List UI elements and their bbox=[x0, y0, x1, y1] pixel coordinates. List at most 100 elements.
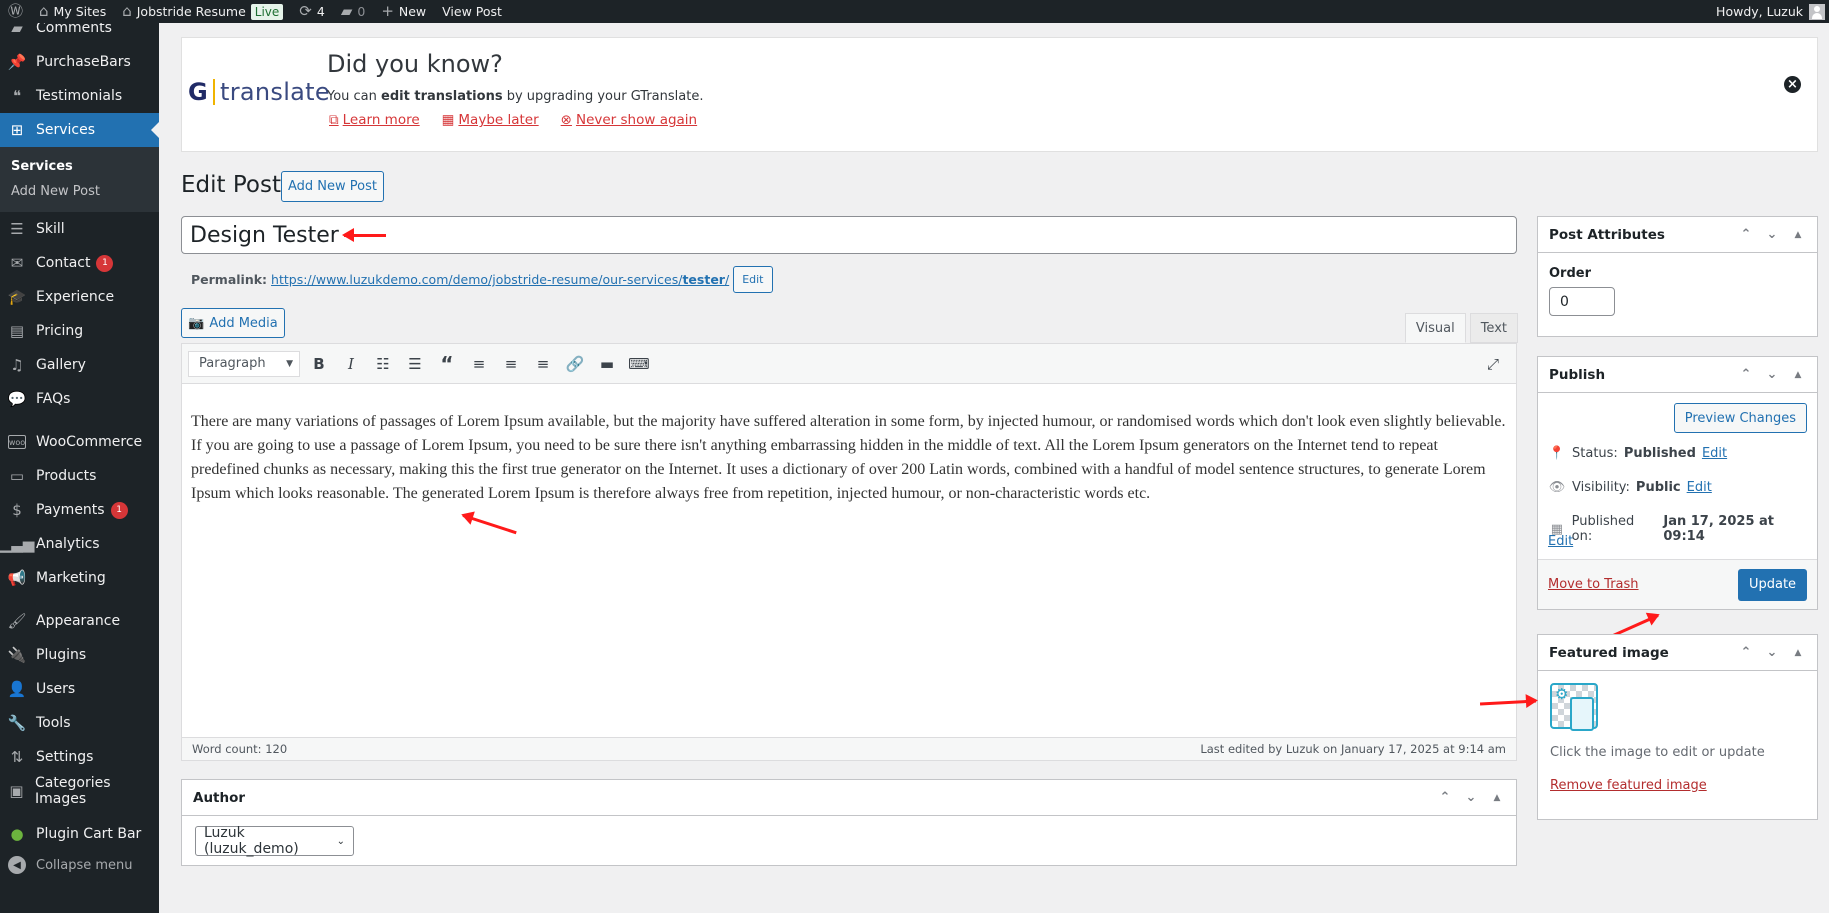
sidebar-item-testimonials[interactable]: ❝ Testimonials bbox=[0, 79, 159, 113]
updates-link[interactable]: ⟳ 4 bbox=[291, 0, 333, 23]
learn-more-link[interactable]: ⧉ Learn more bbox=[329, 112, 420, 128]
comments-link[interactable]: ▰ 0 bbox=[333, 0, 374, 23]
order-input[interactable]: 0 bbox=[1549, 287, 1615, 316]
move-up-icon[interactable]: ⌃ bbox=[1437, 790, 1453, 805]
sidebar-item-plugins[interactable]: 🔌 Plugins bbox=[0, 638, 159, 672]
never-show-again-link[interactable]: ⊗ Never show again bbox=[561, 112, 697, 128]
bullet-list-icon[interactable]: ☷ bbox=[370, 351, 396, 377]
sidebar-item-woocommerce[interactable]: woo WooCommerce bbox=[0, 425, 159, 459]
sidebar-item-products[interactable]: ▭ Products bbox=[0, 459, 159, 493]
howdy-user[interactable]: Howdy, Luzuk bbox=[1716, 4, 1803, 19]
status-edit-link[interactable]: Edit bbox=[1702, 446, 1727, 461]
move-up-icon[interactable]: ⌃ bbox=[1738, 367, 1754, 382]
link-icon[interactable]: 🔗 bbox=[562, 351, 588, 377]
submenu-item-add-new-post[interactable]: Add New Post bbox=[0, 179, 159, 204]
image-icon: ▣ bbox=[9, 782, 24, 800]
sidebar-item-purchasebars[interactable]: 📌 PurchaseBars bbox=[0, 45, 159, 79]
megaphone-icon: 📢 bbox=[7, 569, 27, 587]
toggle-panel-icon[interactable]: ▲ bbox=[1790, 230, 1806, 240]
editor-content[interactable]: There are many variations of passages of… bbox=[182, 384, 1516, 532]
visibility-edit-link[interactable]: Edit bbox=[1687, 480, 1712, 495]
align-left-icon[interactable]: ≡ bbox=[466, 351, 492, 377]
sidebar-item-settings[interactable]: ⇅ Settings bbox=[0, 740, 159, 774]
align-center-icon[interactable]: ≡ bbox=[498, 351, 524, 377]
sidebar-item-pricing[interactable]: ▤ Pricing bbox=[0, 314, 159, 348]
chevron-down-icon: ⌄ bbox=[336, 835, 345, 847]
mail-icon: ✉ bbox=[10, 254, 24, 272]
sidebar-item-experience[interactable]: 🎓 Experience bbox=[0, 280, 159, 314]
sidebar-item-label: Analytics bbox=[36, 536, 100, 552]
tab-visual[interactable]: Visual bbox=[1404, 313, 1466, 343]
sidebar-item-categories-images[interactable]: ▣ Categories Images bbox=[0, 774, 159, 808]
sidebar-item-marketing[interactable]: 📢 Marketing bbox=[0, 561, 159, 595]
sidebar-item-comments[interactable]: ▰ Comments bbox=[0, 23, 159, 45]
annotation-arrow bbox=[342, 228, 386, 242]
align-right-icon[interactable]: ≡ bbox=[530, 351, 556, 377]
featured-image-box: Featured image ⌃ ⌄ ▲ Click the image to ed… bbox=[1537, 634, 1818, 820]
new-content-link[interactable]: + New bbox=[373, 0, 434, 23]
calendar-icon: ▦ bbox=[441, 112, 455, 128]
move-down-icon[interactable]: ⌄ bbox=[1764, 227, 1780, 242]
toggle-panel-icon[interactable]: ▲ bbox=[1790, 648, 1806, 658]
toggle-panel-icon[interactable]: ▲ bbox=[1489, 793, 1505, 803]
submenu-item-services[interactable]: Services bbox=[0, 154, 159, 179]
services-submenu: Services Add New Post bbox=[0, 147, 159, 212]
sidebar-item-tools[interactable]: 🔧 Tools bbox=[0, 706, 159, 740]
move-to-trash-link[interactable]: Move to Trash bbox=[1548, 577, 1639, 592]
blockquote-icon[interactable]: “ bbox=[434, 351, 460, 377]
author-select[interactable]: Luzuk (luzuk_demo) ⌄ bbox=[195, 825, 354, 857]
format-select[interactable]: Paragraph ▼ bbox=[188, 350, 300, 377]
preview-changes-button[interactable]: Preview Changes bbox=[1673, 403, 1807, 433]
sidebar-item-faqs[interactable]: 💬 FAQs bbox=[0, 382, 159, 416]
comments-count: 0 bbox=[357, 4, 366, 19]
sidebar-item-services[interactable]: ⊞ Services bbox=[0, 113, 159, 147]
permalink-base: https://www.luzukdemo.com/demo/jobstride… bbox=[271, 272, 683, 287]
published-edit-link[interactable]: Edit bbox=[1548, 534, 1573, 549]
sidebar-item-gallery[interactable]: ♫ Gallery bbox=[0, 348, 159, 382]
wordpress-logo-button[interactable]: Ⓦ bbox=[0, 0, 31, 23]
logo-g: G bbox=[188, 78, 208, 106]
move-down-icon[interactable]: ⌄ bbox=[1764, 367, 1780, 382]
add-new-post-button[interactable]: Add New Post bbox=[281, 171, 384, 202]
read-more-icon[interactable]: ▬ bbox=[594, 351, 620, 377]
add-media-button[interactable]: 📷 Add Media bbox=[181, 308, 285, 338]
editor-status-bar: Word count: 120 Last edited by Luzuk on … bbox=[182, 737, 1516, 760]
close-icon[interactable]: × bbox=[1784, 76, 1801, 93]
sidebar-item-label: Users bbox=[36, 681, 76, 697]
avatar[interactable] bbox=[1809, 3, 1825, 20]
sidebar-item-plugin-cart-bar[interactable]: ● Plugin Cart Bar bbox=[0, 817, 159, 851]
move-down-icon[interactable]: ⌄ bbox=[1463, 790, 1479, 805]
toolbar-toggle-icon[interactable]: ⌨ bbox=[626, 351, 652, 377]
sidebar-item-users[interactable]: 👤 Users bbox=[0, 672, 159, 706]
remove-featured-image-link[interactable]: Remove featured image bbox=[1550, 778, 1707, 793]
move-up-icon[interactable]: ⌃ bbox=[1738, 227, 1754, 242]
fullscreen-icon[interactable]: ⤢ bbox=[1480, 351, 1506, 377]
site-name-link[interactable]: ⌂ Jobstride Resume Live bbox=[114, 0, 291, 23]
permalink-link[interactable]: https://www.luzukdemo.com/demo/jobstride… bbox=[271, 272, 729, 287]
my-sites-link[interactable]: ⌂ My Sites bbox=[31, 0, 114, 23]
settings-icon: ⇅ bbox=[10, 748, 24, 766]
sidebar-item-appearance[interactable]: 🖌 Appearance bbox=[0, 604, 159, 638]
move-down-icon[interactable]: ⌄ bbox=[1764, 645, 1780, 660]
sidebar-item-skill[interactable]: ☰ Skill bbox=[0, 212, 159, 246]
sidebar-item-payments[interactable]: $ Payments 1 bbox=[0, 493, 159, 527]
status-label: Status: bbox=[1572, 446, 1618, 461]
permalink-slug: tester bbox=[682, 272, 725, 287]
update-button[interactable]: Update bbox=[1738, 568, 1807, 601]
sidebar-item-label: Products bbox=[36, 468, 97, 484]
payments-count-badge: 1 bbox=[110, 501, 128, 519]
italic-icon[interactable]: I bbox=[338, 351, 364, 377]
sidebar-item-contact[interactable]: ✉ Contact 1 bbox=[0, 246, 159, 280]
move-up-icon[interactable]: ⌃ bbox=[1738, 645, 1754, 660]
visibility-value: Public bbox=[1635, 480, 1681, 495]
sidebar-item-analytics[interactable]: ▁▃▅ Analytics bbox=[0, 527, 159, 561]
permalink-edit-button[interactable]: Edit bbox=[733, 266, 773, 293]
bold-icon[interactable]: B bbox=[306, 351, 332, 377]
tab-text[interactable]: Text bbox=[1469, 313, 1518, 343]
maybe-later-link[interactable]: ▦ Maybe later bbox=[442, 112, 539, 128]
numbered-list-icon[interactable]: ☰ bbox=[402, 351, 428, 377]
featured-image-thumbnail[interactable] bbox=[1550, 683, 1598, 731]
collapse-menu-button[interactable]: ◀ Collapse menu bbox=[0, 851, 159, 879]
view-post-link[interactable]: View Post bbox=[434, 0, 510, 23]
toggle-panel-icon[interactable]: ▲ bbox=[1790, 370, 1806, 380]
